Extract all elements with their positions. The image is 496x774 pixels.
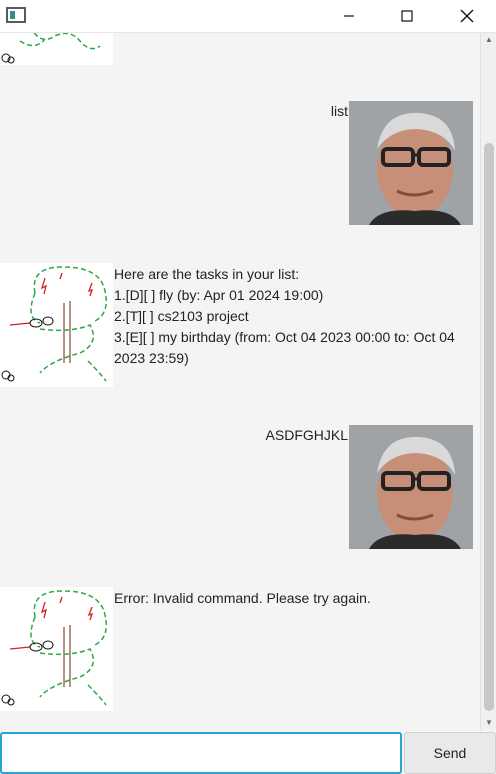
chat-scroll-pane[interactable]: list Here are the tasks in your list: 1.…: [0, 33, 496, 730]
send-button[interactable]: Send: [404, 732, 496, 774]
bot-message-text: Error: Invalid command. Please try again…: [114, 588, 464, 609]
bot-message-line: Error: Invalid command. Please try again…: [114, 590, 371, 606]
user-avatar-image: [349, 425, 473, 549]
close-icon: [460, 9, 474, 23]
bot-avatar-image: [0, 587, 113, 711]
user-message-text: ASDFGHJKL: [265, 427, 348, 443]
scroll-down-icon[interactable]: ▼: [484, 718, 494, 728]
bot-message-line: 3.[E][ ] my birthday (from: Oct 04 2023 …: [114, 329, 459, 366]
bot-avatar-image: [0, 33, 113, 65]
input-bar: Send: [0, 730, 496, 774]
bot-message-line: Here are the tasks in your list:: [114, 266, 300, 282]
bot-message-line: 1.[D][ ] fly (by: Apr 01 2024 19:00): [114, 287, 324, 303]
title-bar: [0, 0, 496, 33]
bot-message-line: 2.[T][ ] cs2103 project: [114, 308, 249, 324]
bot-avatar-image: [0, 263, 113, 387]
scrollbar-thumb[interactable]: [484, 143, 494, 711]
scroll-up-icon[interactable]: ▲: [484, 35, 494, 45]
user-message-text: list: [330, 103, 348, 119]
user-avatar-image: [349, 101, 473, 225]
close-button[interactable]: [444, 0, 490, 32]
bot-message-text: Here are the tasks in your list: 1.[D][ …: [114, 264, 464, 369]
message-input[interactable]: [0, 732, 402, 774]
app-icon: [6, 7, 26, 23]
minimize-button[interactable]: [326, 0, 372, 32]
maximize-button[interactable]: [384, 0, 430, 32]
vertical-scrollbar[interactable]: ▲ ▼: [480, 33, 496, 730]
minimize-icon: [344, 15, 354, 17]
maximize-icon: [401, 10, 413, 22]
